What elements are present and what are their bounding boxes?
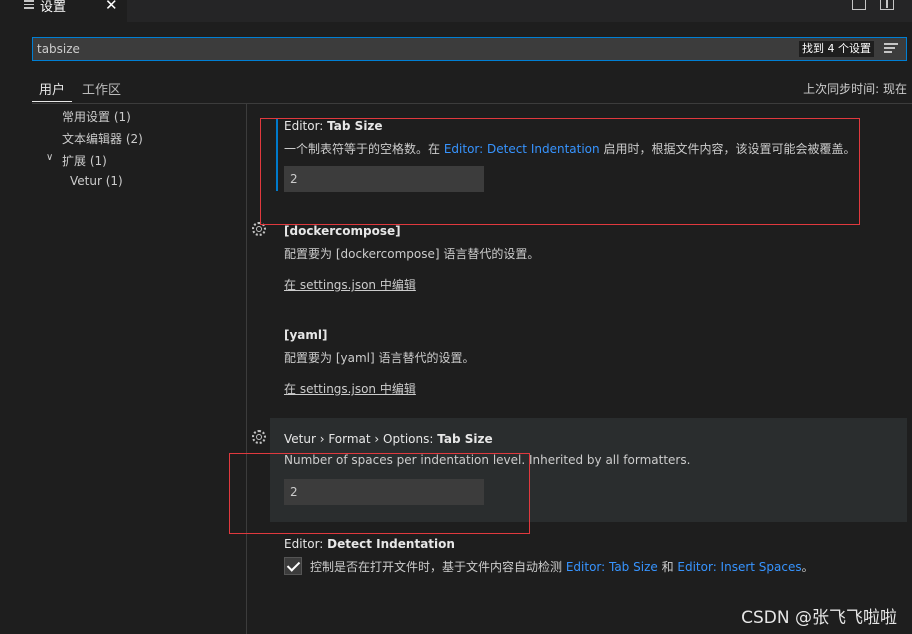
toc-item-common[interactable]: 常用设置 (1) [62, 108, 131, 125]
focused-setting-indicator [276, 118, 278, 191]
gear-icon[interactable] [252, 222, 266, 236]
edit-in-settings-json-link[interactable]: 在 settings.json 中编辑 [284, 380, 416, 397]
setting-title-detect-indentation: Editor: Detect Indentation [284, 537, 455, 551]
setting-desc-detect-indentation: 控制是否在打开文件时，基于文件内容自动检测 Editor: Tab Size 和… [310, 560, 814, 574]
sync-status: 上次同步时间: 现在 [803, 82, 907, 96]
watermark: CSDN @张飞飞啦啦 [741, 608, 897, 628]
tab-bar: 设置 ✕ [0, 0, 912, 22]
chevron-down-icon[interactable]: ∨ [46, 152, 53, 163]
edit-in-settings-json-link[interactable]: 在 settings.json 中编辑 [284, 276, 416, 293]
toc-divider [246, 104, 247, 634]
editor-tab-size-input[interactable] [284, 166, 484, 192]
setting-title-yaml: [yaml] [284, 328, 328, 342]
tab-user[interactable]: 用户 [39, 79, 65, 98]
toc-item-text-editor[interactable]: 文本编辑器 (2) [62, 130, 143, 147]
open-settings-json-icon[interactable] [851, 0, 866, 10]
filter-icon[interactable] [884, 43, 898, 55]
setting-desc-vetur-tab-size: Number of spaces per indentation level. … [284, 453, 691, 467]
header-divider [32, 103, 912, 104]
toc-item-extensions[interactable]: ∨ 扩展 (1) [46, 152, 107, 169]
settings-search-input[interactable] [37, 41, 737, 57]
setting-title-vetur-tab-size: Vetur › Format › Options: Tab Size [284, 432, 493, 446]
insert-spaces-link[interactable]: Editor: Insert Spaces [677, 560, 801, 574]
setting-desc-dockercompose: 配置要为 [dockercompose] 语言替代的设置。 [284, 247, 540, 261]
editor-actions [842, 0, 894, 14]
tab-size-link[interactable]: Editor: Tab Size [566, 560, 658, 574]
settings-tab[interactable]: 设置 ✕ [0, 0, 127, 22]
gear-icon[interactable] [252, 430, 266, 444]
settings-search-box: 找到 4 个设置 [32, 37, 907, 61]
result-count-badge: 找到 4 个设置 [799, 41, 874, 57]
close-icon[interactable]: ✕ [105, 0, 118, 14]
setting-title-editor-tab-size: Editor: Tab Size [284, 119, 383, 133]
vetur-tab-size-input[interactable] [284, 479, 484, 505]
active-tab-indicator [32, 101, 72, 102]
setting-desc-editor-tab-size: 一个制表符等于的空格数。在 Editor: Detect Indentation… [284, 142, 856, 156]
setting-desc-yaml: 配置要为 [yaml] 语言替代的设置。 [284, 351, 475, 365]
detect-indentation-link[interactable]: Editor: Detect Indentation [444, 142, 600, 156]
tab-workspace[interactable]: 工作区 [82, 79, 121, 98]
setting-title-dockercompose: [dockercompose] [284, 224, 401, 238]
split-editor-icon[interactable] [880, 0, 894, 10]
tab-label: 设置 [40, 0, 67, 15]
settings-file-icon [24, 0, 34, 12]
toc-item-label: 扩展 (1) [62, 154, 107, 168]
toc-item-vetur[interactable]: Vetur (1) [70, 174, 123, 188]
detect-indentation-checkbox[interactable] [284, 557, 302, 575]
